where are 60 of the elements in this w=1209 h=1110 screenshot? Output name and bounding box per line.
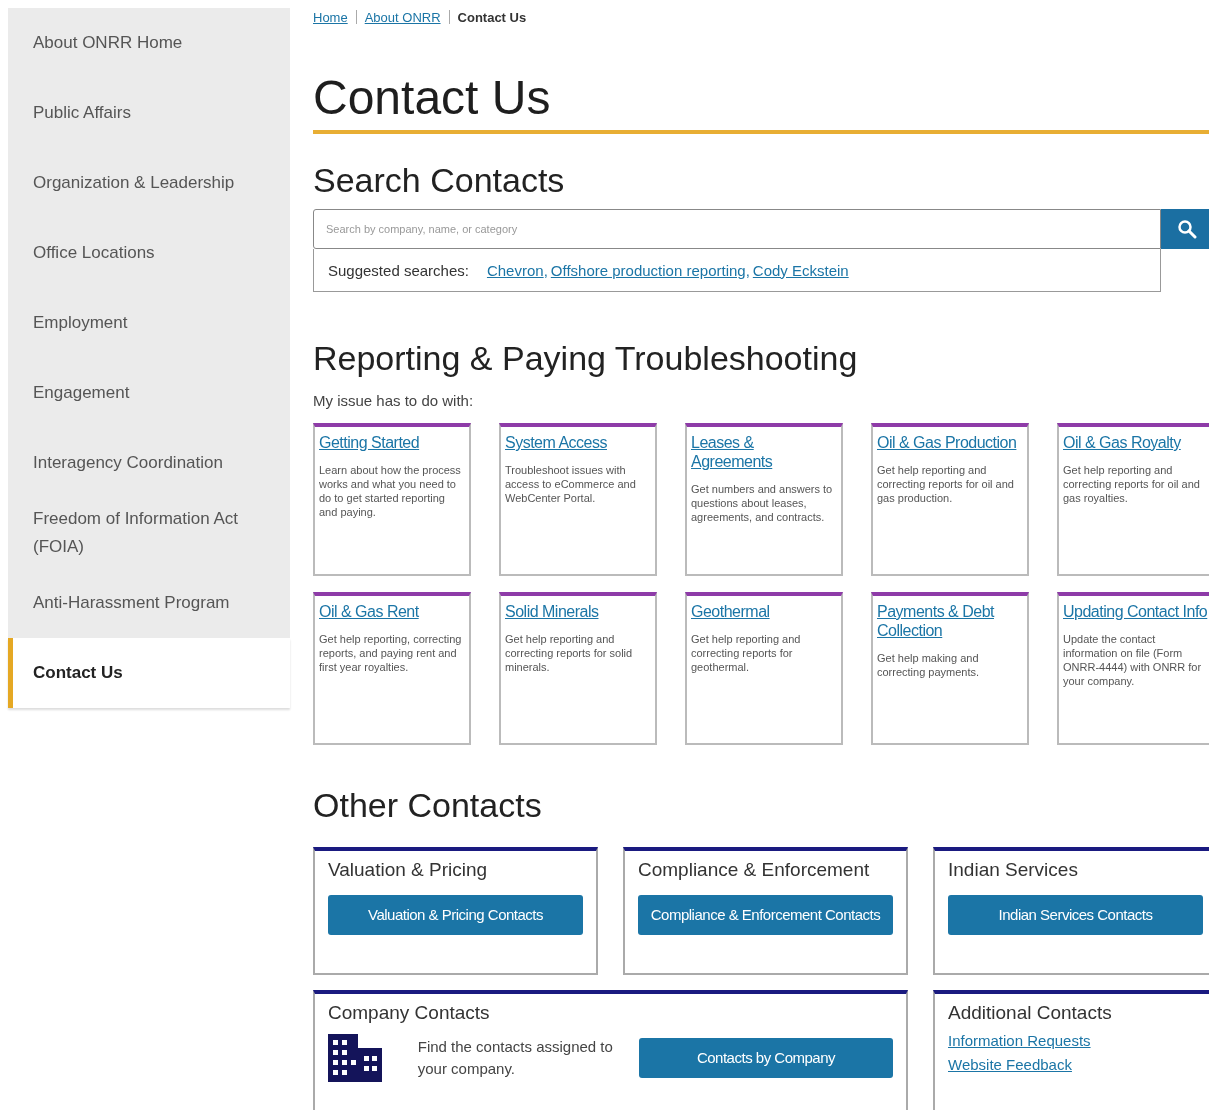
topic-link[interactable]: Leases & Agreements <box>691 433 837 471</box>
topic-link[interactable]: Getting Started <box>319 433 465 452</box>
section-heading: Other Contacts <box>313 785 543 825</box>
sidebar-item[interactable]: About ONRR Home <box>8 8 290 78</box>
suggestion-link[interactable]: Cody Eckstein <box>752 261 849 279</box>
topic-link[interactable]: Payments & Debt Collection <box>877 602 1023 640</box>
topic-link[interactable]: System Access <box>505 433 651 452</box>
sidebar-item[interactable]: Anti-Harassment Program <box>8 568 290 638</box>
sidebar-item[interactable]: Public Affairs <box>8 78 290 148</box>
topic-link[interactable]: Oil & Gas Production <box>877 433 1023 452</box>
section-heading: Reporting & Paying Troubleshooting <box>313 338 859 378</box>
suggested-label: Suggested searches: <box>328 261 469 279</box>
card-title: Company Contacts <box>328 1002 491 1024</box>
suggestion-link[interactable]: Offshore production reporting <box>550 261 746 279</box>
topic-link[interactable]: Geothermal <box>691 602 837 621</box>
contacts-button[interactable]: Contacts by Company <box>638 1038 893 1078</box>
topic-link[interactable]: Updating Contact Info <box>1063 602 1209 621</box>
sidebar-item[interactable]: Interagency Coordination <box>8 428 290 498</box>
contact-link[interactable]: Website Feedback <box>948 1056 1203 1073</box>
breadcrumb-link[interactable]: About ONRR <box>364 9 441 25</box>
card-title: Compliance & Enforcement <box>638 859 871 881</box>
topic-description: Get help reporting, correcting reports, and paying rent and first year royalties. <box>319 632 463 674</box>
card-title: Valuation & Pricing <box>328 859 489 881</box>
contacts-button[interactable]: Compliance & Enforcement Contacts <box>638 895 893 935</box>
sidebar-item[interactable]: Employment <box>8 288 290 358</box>
topic-description: Get help reporting and correcting reports for oil and gas royalties. <box>1063 463 1201 505</box>
contacts-button[interactable]: Valuation & Pricing Contacts <box>328 895 583 935</box>
topic-description: Get help making and correcting payments. <box>877 651 981 679</box>
section-heading: Search Contacts <box>313 160 566 200</box>
topic-description: Update the contact information on file (Form ONRR-4444) with ONRR for your company. <box>1063 632 1203 688</box>
search-button[interactable] <box>1161 209 1209 249</box>
card-title: Indian Services <box>948 859 1079 881</box>
topic-description: Learn about how the process works and what you need to do to get started reporting and paying. <box>319 463 462 519</box>
sidebar-item[interactable]: Contact Us <box>8 638 290 708</box>
breadcrumb-current: Contact Us <box>457 9 527 25</box>
topic-description: Get help reporting and correcting reports for geothermal. <box>691 632 802 674</box>
sidebar-item[interactable]: Engagement <box>8 358 290 428</box>
card-text: Find the contacts assigned to your company. <box>417 1037 614 1079</box>
separator-comma: , <box>745 261 750 279</box>
topic-link[interactable]: Oil & Gas Rent <box>319 602 465 621</box>
topic-link[interactable]: Oil & Gas Royalty <box>1063 433 1209 452</box>
card-title: Additional Contacts <box>948 1002 1113 1024</box>
building-icon <box>328 1034 382 1082</box>
sidebar-item[interactable]: Organization & Leadership <box>8 148 290 218</box>
suggestion-link[interactable]: Chevron <box>486 261 544 279</box>
topic-description: Troubleshoot issues with access to eCommerce and WebCenter Portal. <box>505 463 637 505</box>
topic-description: Get help reporting and correcting reports for solid minerals. <box>505 632 634 674</box>
topic-description: Get numbers and answers to questions about leases, agreements, and contracts. <box>691 482 834 524</box>
search-field[interactable]: Search by company, name, or category <box>313 209 1161 249</box>
intro-text: My issue has to do with: <box>313 392 475 409</box>
contacts-button[interactable]: Indian Services Contacts <box>948 895 1203 935</box>
topic-link[interactable]: Solid Minerals <box>505 602 651 621</box>
contact-link[interactable]: Information Requests <box>948 1032 1203 1049</box>
sidebar-item[interactable]: Office Locations <box>8 218 290 288</box>
separator-comma: , <box>543 261 548 279</box>
sidebar-item[interactable]: Freedom of Information Act (FOIA) <box>8 498 290 568</box>
search-icon <box>1177 219 1197 239</box>
page-title: Contact Us <box>313 70 1209 134</box>
topic-description: Get help reporting and correcting reports for oil and gas production. <box>877 463 1015 505</box>
breadcrumb-link[interactable]: Home <box>313 9 348 25</box>
